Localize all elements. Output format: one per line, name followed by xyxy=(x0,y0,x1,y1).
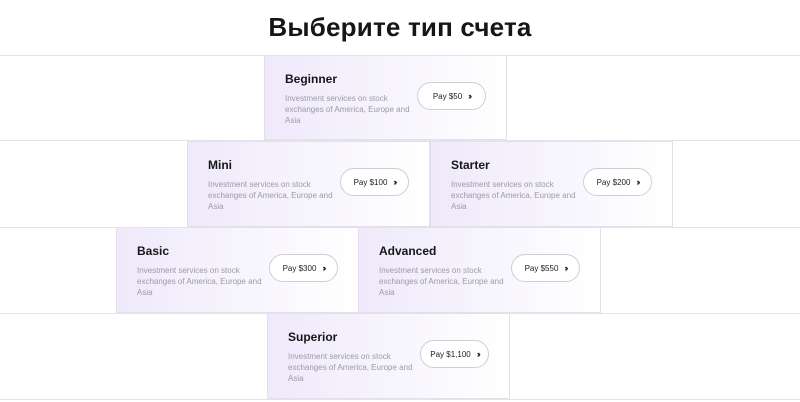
double-chevron-right-icon: ›› xyxy=(322,263,326,273)
plan-card-superior: Superior Investment services on stock ex… xyxy=(267,313,510,399)
page-title: Выберите тип счета xyxy=(268,12,532,42)
plan-name: Beginner xyxy=(285,72,338,86)
plan-card-mini: Mini Investment services on stock exchan… xyxy=(187,141,430,227)
double-chevron-right-icon: ›› xyxy=(393,177,397,187)
pay-button-label: Pay $300 xyxy=(282,263,317,273)
plan-card-advanced: Advanced Investment services on stock ex… xyxy=(358,227,601,313)
pay-button-label: Pay $200 xyxy=(596,177,631,187)
double-chevron-right-icon: ›› xyxy=(636,177,640,187)
pay-button[interactable]: Pay $550 ›› xyxy=(511,254,580,282)
plan-card-beginner: Beginner Investment services on stock ex… xyxy=(264,55,507,140)
plan-description: Investment services on stock exchanges o… xyxy=(208,180,333,211)
plan-description: Investment services on stock exchanges o… xyxy=(137,266,262,297)
pay-button[interactable]: Pay $1,100 ›› xyxy=(420,340,489,368)
pay-button[interactable]: Pay $300 ›› xyxy=(269,254,338,282)
plan-description: Investment services on stock exchanges o… xyxy=(379,266,504,297)
pay-button-label: Pay $550 xyxy=(524,263,559,273)
plan-name: Basic xyxy=(137,244,170,258)
plan-description: Investment services on stock exchanges o… xyxy=(451,180,576,211)
double-chevron-right-icon: ›› xyxy=(468,91,472,101)
pay-button-label: Pay $1,100 xyxy=(430,349,471,359)
divider xyxy=(0,399,800,400)
pay-button[interactable]: Pay $50 ›› xyxy=(417,82,486,110)
pay-button-label: Pay $100 xyxy=(353,177,388,187)
plan-description: Investment services on stock exchanges o… xyxy=(285,94,410,125)
plan-card-starter: Starter Investment services on stock exc… xyxy=(430,141,673,227)
plan-name: Advanced xyxy=(379,244,437,258)
pay-button[interactable]: Pay $100 ›› xyxy=(340,168,409,196)
pay-button-label: Pay $50 xyxy=(432,91,463,101)
double-chevron-right-icon: ›› xyxy=(476,349,481,359)
plan-description: Investment services on stock exchanges o… xyxy=(288,352,413,383)
plan-name: Starter xyxy=(451,158,490,172)
double-chevron-right-icon: ›› xyxy=(564,263,568,273)
pay-button[interactable]: Pay $200 ›› xyxy=(583,168,652,196)
plan-card-basic: Basic Investment services on stock excha… xyxy=(116,227,359,313)
plan-name: Mini xyxy=(208,158,232,172)
plan-name: Superior xyxy=(288,330,338,344)
